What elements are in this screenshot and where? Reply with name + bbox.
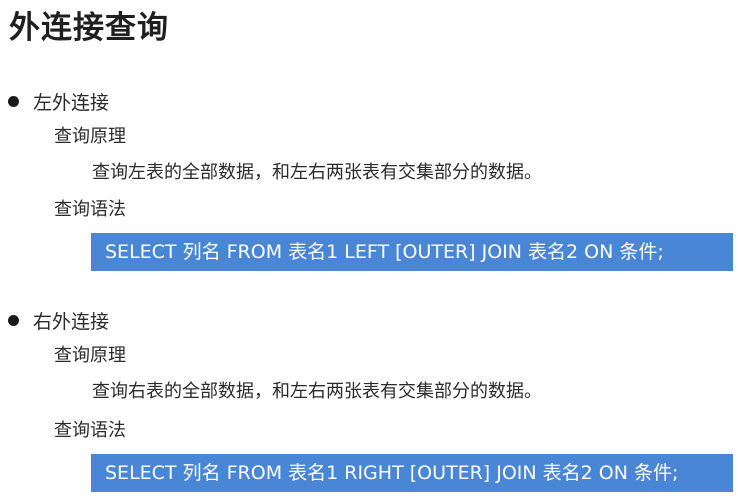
syntax-label: 查询语法 [54,199,126,220]
slide-page: 外连接查询 左外连接 查询原理 查询左表的全部数据，和左右两张表有交集部分的数据… [0,0,738,498]
page-title: 外连接查询 [9,10,169,46]
principle-text: 查询右表的全部数据，和左右两张表有交集部分的数据。 [92,381,542,402]
bullet-dot-icon [8,314,19,326]
principle-text: 查询左表的全部数据，和左右两张表有交集部分的数据。 [92,162,542,183]
bullet-left-outer-join: 左外连接 [8,88,109,114]
section-heading: 右外连接 [33,310,110,333]
syntax-label: 查询语法 [54,420,126,441]
syntax-code-block: SELECT 列名 FROM 表名1 RIGHT [OUTER] JOIN 表名… [91,454,733,492]
principle-label: 查询原理 [54,126,126,147]
syntax-code-block: SELECT 列名 FROM 表名1 LEFT [OUTER] JOIN 表名2… [91,233,733,271]
bullet-right-outer-join: 右外连接 [8,307,109,333]
section-heading: 左外连接 [33,91,110,114]
bullet-dot-icon [8,95,19,107]
principle-label: 查询原理 [54,345,126,366]
